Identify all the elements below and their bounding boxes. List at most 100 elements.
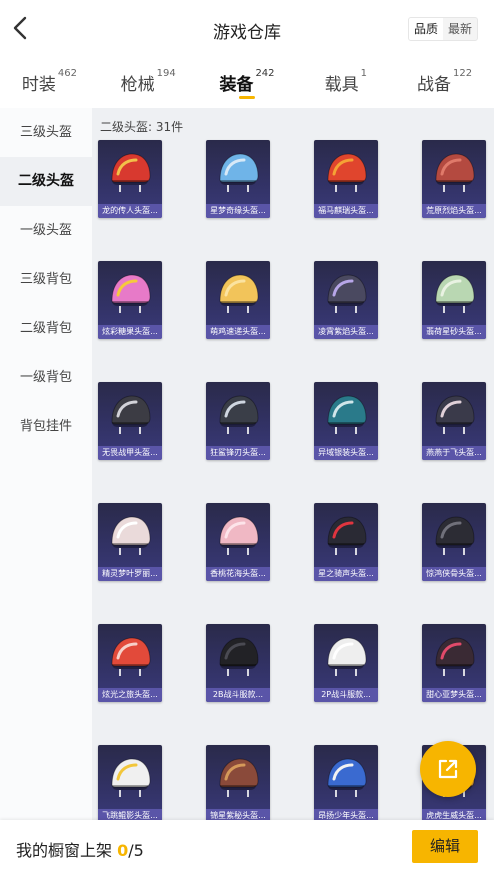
helmet-icon (327, 395, 367, 434)
tab-count: 1 (360, 68, 367, 79)
item-card[interactable]: 燕燕于飞头盔... (422, 382, 486, 460)
item-name: 香桃花海头盔... (206, 567, 270, 581)
tab-label: 载具 (324, 75, 359, 95)
helmet-icon (219, 395, 259, 434)
item-name: 萌鸡速递头盔... (206, 325, 270, 339)
share-icon (438, 759, 458, 779)
item-card[interactable]: 无畏战甲头盔... (98, 382, 162, 460)
item-name: 炫彩糖果头盔... (98, 325, 162, 339)
item-name: 精灵梦叶罗丽... (98, 567, 162, 581)
item-card[interactable]: 炫光之旅头盔... (98, 624, 162, 702)
tab-label: 装备 (219, 75, 254, 95)
item-card[interactable]: 异域银装头盔... (314, 382, 378, 460)
helmet-icon (111, 274, 151, 313)
sidebar-item-level2-helmet[interactable]: 二级头盔 (0, 157, 92, 206)
tab-supplies[interactable]: 战备122 (395, 58, 494, 108)
item-card[interactable]: 翡荷星砂头盔... (422, 261, 486, 339)
helmet-icon (111, 516, 151, 555)
item-card[interactable]: 福马麒瑞头盔... (314, 140, 378, 218)
item-grid-panel: 二级头盔: 31件 龙的传人头盔... 星梦奇缘头盔... 福马麒瑞头盔... 荒原烈… (92, 108, 494, 820)
helmet-icon (327, 153, 367, 192)
item-card[interactable]: 甜心亚梦头盔... (422, 624, 486, 702)
item-name: 龙的传人头盔... (98, 204, 162, 218)
sidebar-item-backpack-charm[interactable]: 背包挂件 (0, 402, 92, 451)
tab-count: 462 (57, 68, 77, 79)
helmet-icon (435, 153, 475, 192)
edit-button[interactable]: 编辑 (412, 830, 478, 863)
item-name: 飞跳鲲影头盔... (98, 809, 162, 820)
item-name: 星之骑声头盔... (314, 567, 378, 581)
sidebar-item-level2-backpack[interactable]: 二级背包 (0, 304, 92, 353)
showcase-label: 我的橱窗上架 (16, 841, 113, 860)
item-card[interactable]: 星梦奇缘头盔... (206, 140, 270, 218)
sort-toggle[interactable]: 品质 最新 (407, 17, 478, 41)
tab-label: 枪械 (120, 75, 155, 95)
helmet-icon (435, 637, 475, 676)
showcase-count: 0 (117, 841, 129, 860)
helmet-icon (435, 516, 475, 555)
item-name: 翡荷星砂头盔... (422, 325, 486, 339)
tab-equipment[interactable]: 装备242 (198, 58, 297, 108)
section-label: 二级头盔: 31件 (100, 120, 184, 134)
item-name: 凌霄紫焰头盔... (314, 325, 378, 339)
item-card[interactable]: 锦星紫秘头盔... (206, 745, 270, 820)
helmet-icon (327, 758, 367, 797)
helmet-icon (111, 395, 151, 434)
tab-vehicles[interactable]: 载具1 (296, 58, 395, 108)
item-card[interactable]: 炫彩糖果头盔... (98, 261, 162, 339)
sidebar: 三级头盔 二级头盔 一级头盔 三级背包 二级背包 一级背包 背包挂件 (0, 108, 92, 820)
item-name: 狂鲨锋刃头盔... (206, 446, 270, 460)
tab-weapons[interactable]: 枪械194 (99, 58, 198, 108)
helmet-icon (327, 516, 367, 555)
sidebar-item-level3-helmet[interactable]: 三级头盔 (0, 108, 92, 157)
item-name: 异域银装头盔... (314, 446, 378, 460)
showcase-status: 我的橱窗上架 0/5 (16, 837, 144, 861)
tab-label: 时装 (21, 75, 56, 95)
item-card[interactable]: 飞跳鲲影头盔... (98, 745, 162, 820)
bottom-bar: 我的橱窗上架 0/5 编辑 (0, 820, 494, 875)
share-button[interactable] (420, 741, 476, 797)
sidebar-item-level3-backpack[interactable]: 三级背包 (0, 255, 92, 304)
helmet-icon (327, 637, 367, 676)
item-name: 2P战斗服款... (314, 688, 378, 702)
item-name: 虎虎生威头盔... (422, 809, 486, 820)
tab-count: 242 (255, 68, 275, 79)
tab-fashion[interactable]: 时装462 (0, 58, 99, 108)
item-name: 福马麒瑞头盔... (314, 204, 378, 218)
sort-option-quality[interactable]: 品质 (408, 18, 443, 40)
item-card[interactable]: 凌霄紫焰头盔... (314, 261, 378, 339)
item-name: 荒原烈焰头盔... (422, 204, 486, 218)
item-name: 昂扬少年头盔... (314, 809, 378, 820)
item-name: 无畏战甲头盔... (98, 446, 162, 460)
tab-count: 194 (156, 68, 176, 79)
showcase-total: /5 (128, 841, 144, 860)
item-card[interactable]: 2B战斗服款... (206, 624, 270, 702)
item-card[interactable]: 荒原烈焰头盔... (422, 140, 486, 218)
category-tabs: 时装462 枪械194 装备242 载具1 战备122 (0, 58, 494, 108)
item-card[interactable]: 惊鸿侠骨头盔... (422, 503, 486, 581)
item-card[interactable]: 2P战斗服款... (314, 624, 378, 702)
sidebar-item-level1-backpack[interactable]: 一级背包 (0, 353, 92, 402)
helmet-icon (219, 516, 259, 555)
item-card[interactable]: 香桃花海头盔... (206, 503, 270, 581)
item-name: 锦星紫秘头盔... (206, 809, 270, 820)
item-card[interactable]: 精灵梦叶罗丽... (98, 503, 162, 581)
helmet-icon (327, 274, 367, 313)
helmet-icon (219, 758, 259, 797)
tab-count: 122 (453, 68, 473, 79)
sidebar-item-level1-helmet[interactable]: 一级头盔 (0, 206, 92, 255)
helmet-icon (111, 153, 151, 192)
item-card[interactable]: 昂扬少年头盔... (314, 745, 378, 820)
item-name: 炫光之旅头盔... (98, 688, 162, 702)
item-name: 2B战斗服款... (206, 688, 270, 702)
item-card[interactable]: 龙的传人头盔... (98, 140, 162, 218)
item-name: 甜心亚梦头盔... (422, 688, 486, 702)
header: 游戏仓库 品质 最新 (0, 0, 494, 58)
item-card[interactable]: 狂鲨锋刃头盔... (206, 382, 270, 460)
item-name: 燕燕于飞头盔... (422, 446, 486, 460)
item-card[interactable]: 萌鸡速递头盔... (206, 261, 270, 339)
helmet-icon (219, 274, 259, 313)
helmet-icon (219, 637, 259, 676)
sort-option-latest[interactable]: 最新 (443, 18, 477, 40)
item-card[interactable]: 星之骑声头盔... (314, 503, 378, 581)
